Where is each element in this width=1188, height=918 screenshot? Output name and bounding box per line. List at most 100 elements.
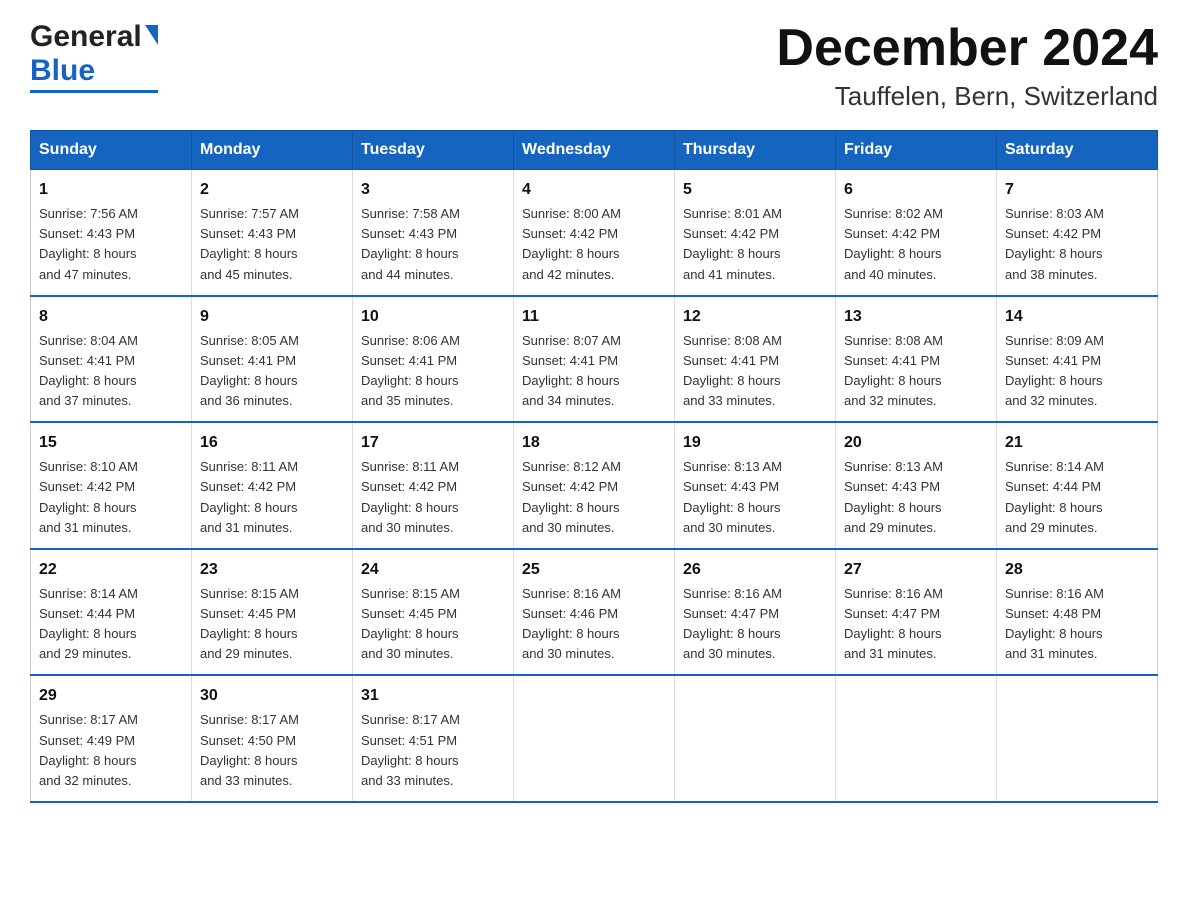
calendar-cell: 9Sunrise: 8:05 AMSunset: 4:41 PMDaylight…	[192, 296, 353, 423]
header-saturday: Saturday	[997, 131, 1158, 170]
calendar-week-row: 22Sunrise: 8:14 AMSunset: 4:44 PMDayligh…	[31, 549, 1158, 676]
day-number: 12	[683, 305, 827, 329]
calendar-cell: 22Sunrise: 8:14 AMSunset: 4:44 PMDayligh…	[31, 549, 192, 676]
day-number: 11	[522, 305, 666, 329]
day-number: 20	[844, 431, 988, 455]
calendar-cell	[997, 675, 1158, 802]
header-monday: Monday	[192, 131, 353, 170]
calendar-cell: 27Sunrise: 8:16 AMSunset: 4:47 PMDayligh…	[836, 549, 997, 676]
calendar-cell: 5Sunrise: 8:01 AMSunset: 4:42 PMDaylight…	[675, 170, 836, 296]
day-number: 15	[39, 431, 183, 455]
day-info: Sunrise: 8:05 AMSunset: 4:41 PMDaylight:…	[200, 331, 344, 412]
calendar-cell: 30Sunrise: 8:17 AMSunset: 4:50 PMDayligh…	[192, 675, 353, 802]
day-info: Sunrise: 8:07 AMSunset: 4:41 PMDaylight:…	[522, 331, 666, 412]
header-sunday: Sunday	[31, 131, 192, 170]
day-number: 25	[522, 558, 666, 582]
calendar-cell: 19Sunrise: 8:13 AMSunset: 4:43 PMDayligh…	[675, 422, 836, 549]
day-info: Sunrise: 8:04 AMSunset: 4:41 PMDaylight:…	[39, 331, 183, 412]
day-info: Sunrise: 8:03 AMSunset: 4:42 PMDaylight:…	[1005, 204, 1149, 285]
day-number: 2	[200, 178, 344, 202]
title-block: December 2024 Tauffelen, Bern, Switzerla…	[776, 20, 1158, 112]
day-info: Sunrise: 8:06 AMSunset: 4:41 PMDaylight:…	[361, 331, 505, 412]
calendar-cell: 12Sunrise: 8:08 AMSunset: 4:41 PMDayligh…	[675, 296, 836, 423]
calendar-cell	[836, 675, 997, 802]
calendar-cell: 3Sunrise: 7:58 AMSunset: 4:43 PMDaylight…	[353, 170, 514, 296]
day-info: Sunrise: 8:11 AMSunset: 4:42 PMDaylight:…	[361, 457, 505, 538]
calendar-cell: 17Sunrise: 8:11 AMSunset: 4:42 PMDayligh…	[353, 422, 514, 549]
day-number: 9	[200, 305, 344, 329]
day-number: 7	[1005, 178, 1149, 202]
logo-blue-text: Blue	[30, 54, 95, 88]
logo: General Blue	[30, 20, 158, 93]
calendar-cell: 23Sunrise: 8:15 AMSunset: 4:45 PMDayligh…	[192, 549, 353, 676]
calendar-cell: 4Sunrise: 8:00 AMSunset: 4:42 PMDaylight…	[514, 170, 675, 296]
day-number: 30	[200, 684, 344, 708]
day-number: 28	[1005, 558, 1149, 582]
day-info: Sunrise: 8:15 AMSunset: 4:45 PMDaylight:…	[361, 584, 505, 665]
calendar-week-row: 1Sunrise: 7:56 AMSunset: 4:43 PMDaylight…	[31, 170, 1158, 296]
day-number: 23	[200, 558, 344, 582]
day-number: 24	[361, 558, 505, 582]
day-info: Sunrise: 8:17 AMSunset: 4:51 PMDaylight:…	[361, 710, 505, 791]
calendar-header-row: SundayMondayTuesdayWednesdayThursdayFrid…	[31, 131, 1158, 170]
calendar-subtitle: Tauffelen, Bern, Switzerland	[776, 81, 1158, 112]
calendar-cell: 29Sunrise: 8:17 AMSunset: 4:49 PMDayligh…	[31, 675, 192, 802]
calendar-cell: 13Sunrise: 8:08 AMSunset: 4:41 PMDayligh…	[836, 296, 997, 423]
day-number: 1	[39, 178, 183, 202]
day-number: 27	[844, 558, 988, 582]
calendar-cell: 8Sunrise: 8:04 AMSunset: 4:41 PMDaylight…	[31, 296, 192, 423]
calendar-cell: 18Sunrise: 8:12 AMSunset: 4:42 PMDayligh…	[514, 422, 675, 549]
header-thursday: Thursday	[675, 131, 836, 170]
day-info: Sunrise: 8:02 AMSunset: 4:42 PMDaylight:…	[844, 204, 988, 285]
day-number: 26	[683, 558, 827, 582]
day-number: 19	[683, 431, 827, 455]
day-number: 3	[361, 178, 505, 202]
calendar-week-row: 29Sunrise: 8:17 AMSunset: 4:49 PMDayligh…	[31, 675, 1158, 802]
calendar-cell: 31Sunrise: 8:17 AMSunset: 4:51 PMDayligh…	[353, 675, 514, 802]
day-info: Sunrise: 8:10 AMSunset: 4:42 PMDaylight:…	[39, 457, 183, 538]
day-info: Sunrise: 8:17 AMSunset: 4:49 PMDaylight:…	[39, 710, 183, 791]
logo-underline	[30, 90, 158, 93]
calendar-week-row: 15Sunrise: 8:10 AMSunset: 4:42 PMDayligh…	[31, 422, 1158, 549]
day-info: Sunrise: 8:14 AMSunset: 4:44 PMDaylight:…	[39, 584, 183, 665]
calendar-cell: 1Sunrise: 7:56 AMSunset: 4:43 PMDaylight…	[31, 170, 192, 296]
calendar-cell: 10Sunrise: 8:06 AMSunset: 4:41 PMDayligh…	[353, 296, 514, 423]
day-number: 5	[683, 178, 827, 202]
calendar-cell: 26Sunrise: 8:16 AMSunset: 4:47 PMDayligh…	[675, 549, 836, 676]
day-info: Sunrise: 8:08 AMSunset: 4:41 PMDaylight:…	[683, 331, 827, 412]
day-info: Sunrise: 8:14 AMSunset: 4:44 PMDaylight:…	[1005, 457, 1149, 538]
day-info: Sunrise: 8:08 AMSunset: 4:41 PMDaylight:…	[844, 331, 988, 412]
calendar-cell: 2Sunrise: 7:57 AMSunset: 4:43 PMDaylight…	[192, 170, 353, 296]
day-info: Sunrise: 7:57 AMSunset: 4:43 PMDaylight:…	[200, 204, 344, 285]
logo-general-text: General	[30, 20, 142, 54]
day-number: 31	[361, 684, 505, 708]
calendar-cell: 6Sunrise: 8:02 AMSunset: 4:42 PMDaylight…	[836, 170, 997, 296]
day-number: 14	[1005, 305, 1149, 329]
day-info: Sunrise: 8:16 AMSunset: 4:48 PMDaylight:…	[1005, 584, 1149, 665]
day-info: Sunrise: 7:58 AMSunset: 4:43 PMDaylight:…	[361, 204, 505, 285]
day-info: Sunrise: 8:01 AMSunset: 4:42 PMDaylight:…	[683, 204, 827, 285]
day-number: 8	[39, 305, 183, 329]
header-tuesday: Tuesday	[353, 131, 514, 170]
calendar-cell: 20Sunrise: 8:13 AMSunset: 4:43 PMDayligh…	[836, 422, 997, 549]
calendar-title: December 2024	[776, 20, 1158, 77]
logo-triangle-icon	[145, 25, 158, 45]
calendar-cell: 21Sunrise: 8:14 AMSunset: 4:44 PMDayligh…	[997, 422, 1158, 549]
day-number: 4	[522, 178, 666, 202]
calendar-week-row: 8Sunrise: 8:04 AMSunset: 4:41 PMDaylight…	[31, 296, 1158, 423]
day-info: Sunrise: 8:13 AMSunset: 4:43 PMDaylight:…	[844, 457, 988, 538]
day-number: 16	[200, 431, 344, 455]
day-number: 18	[522, 431, 666, 455]
calendar-cell: 14Sunrise: 8:09 AMSunset: 4:41 PMDayligh…	[997, 296, 1158, 423]
day-info: Sunrise: 8:12 AMSunset: 4:42 PMDaylight:…	[522, 457, 666, 538]
header-friday: Friday	[836, 131, 997, 170]
day-info: Sunrise: 8:11 AMSunset: 4:42 PMDaylight:…	[200, 457, 344, 538]
calendar-cell: 24Sunrise: 8:15 AMSunset: 4:45 PMDayligh…	[353, 549, 514, 676]
day-number: 10	[361, 305, 505, 329]
day-info: Sunrise: 8:16 AMSunset: 4:47 PMDaylight:…	[844, 584, 988, 665]
day-number: 22	[39, 558, 183, 582]
calendar-cell: 16Sunrise: 8:11 AMSunset: 4:42 PMDayligh…	[192, 422, 353, 549]
calendar-cell: 25Sunrise: 8:16 AMSunset: 4:46 PMDayligh…	[514, 549, 675, 676]
day-number: 17	[361, 431, 505, 455]
page-header: General Blue December 2024 Tauffelen, Be…	[30, 20, 1158, 112]
